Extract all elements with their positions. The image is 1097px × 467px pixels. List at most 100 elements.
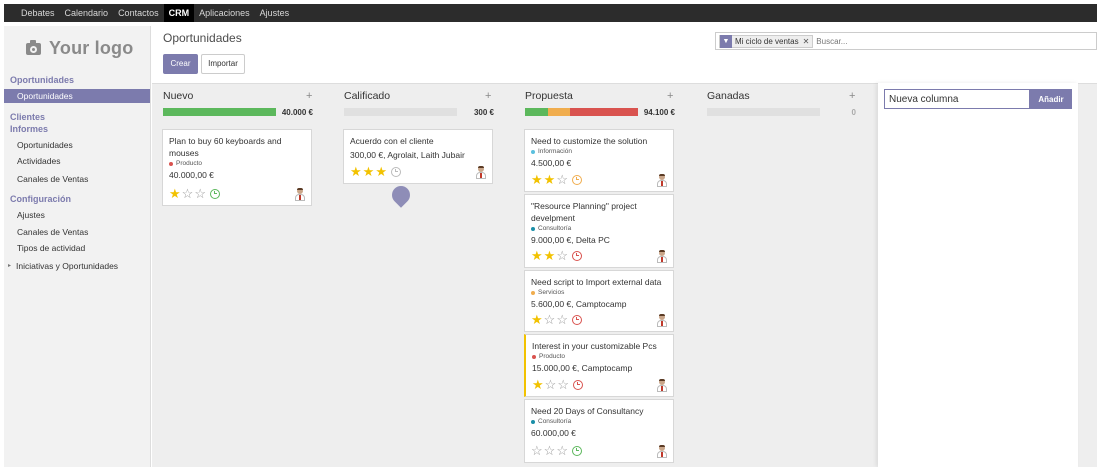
topnav-calendario[interactable]: Calendario — [60, 4, 114, 22]
salesperson-avatar[interactable] — [656, 379, 668, 392]
card-tag: Consultoría — [531, 418, 667, 425]
company-logo[interactable]: Your logo — [26, 38, 133, 59]
priority-star-icon[interactable]: ☆ — [545, 378, 557, 391]
priority-star-icon[interactable]: ☆ — [194, 187, 206, 200]
topnav-debates[interactable]: Debates — [16, 4, 60, 22]
add-column-button[interactable]: Añadir — [1030, 89, 1072, 109]
priority-star-icon[interactable]: ★ — [544, 249, 556, 262]
activity-clock-icon[interactable] — [571, 314, 582, 325]
priority-star-icon[interactable]: ☆ — [531, 444, 543, 457]
card-title: Need to customize the solution — [531, 136, 648, 146]
opportunity-card[interactable]: "Resource Planning" project develpment C… — [524, 194, 674, 268]
sidebar-item-ajustes[interactable]: Ajustes — [17, 210, 45, 220]
progress-segment[interactable] — [547, 108, 571, 116]
card-tag-label: Información — [538, 148, 572, 155]
priority-star-icon[interactable]: ★ — [544, 173, 556, 186]
page-title: Oportunidades — [163, 31, 242, 45]
sidebar-section-clientes[interactable]: Clientes — [10, 112, 45, 122]
activity-clock-icon[interactable] — [390, 166, 401, 177]
opportunity-card[interactable]: Plan to buy 60 keyboards and mouses Prod… — [162, 129, 312, 206]
column-title-ganadas[interactable]: Ganadas — [707, 90, 750, 102]
sidebar-item-iniciativas[interactable]: Iniciativas y Oportunidades — [16, 261, 118, 271]
salesperson-avatar[interactable] — [656, 314, 668, 327]
salesperson-avatar[interactable] — [294, 188, 306, 201]
card-tag-label: Consultoría — [538, 418, 572, 425]
create-button[interactable]: Crear — [163, 54, 198, 74]
search-bar[interactable]: ▼ Mi ciclo de ventas ✕ — [715, 32, 1097, 50]
topnav-contactos[interactable]: Contactos — [113, 4, 164, 22]
import-button[interactable]: Importar — [201, 54, 245, 74]
sidebar-section-oportunidades[interactable]: Oportunidades — [10, 75, 74, 85]
activity-clock-icon[interactable] — [209, 188, 220, 199]
opportunity-card[interactable]: Need 20 Days of Consultancy Consultoría … — [524, 399, 674, 463]
priority-star-icon[interactable]: ★ — [531, 313, 543, 326]
column-sum-ganadas: 0 — [851, 108, 856, 117]
priority-star-icon[interactable]: ★ — [350, 165, 362, 178]
card-tag-label: Producto — [539, 353, 566, 360]
priority-star-icon[interactable]: ☆ — [182, 187, 194, 200]
sidebar: Your logo Oportunidades Oportunidades Cl… — [4, 26, 151, 467]
search-facet[interactable]: ▼ Mi ciclo de ventas ✕ — [719, 34, 814, 48]
opportunity-card[interactable]: Acuerdo con el cliente 300,00 €, Agrolai… — [343, 129, 493, 184]
facet-label: Mi ciclo de ventas — [735, 36, 799, 46]
priority-star-icon[interactable]: ☆ — [556, 249, 568, 262]
caret-right-icon[interactable]: ▸ — [8, 262, 11, 269]
column-sum-propuesta: 94.100 € — [643, 108, 675, 117]
topnav-ajustes[interactable]: Ajustes — [255, 4, 295, 22]
card-amount: 40.000,00 € — [169, 170, 214, 180]
priority-star-icon[interactable]: ★ — [531, 249, 543, 262]
column-title-propuesta[interactable]: Propuesta — [525, 90, 573, 102]
card-tag: Producto — [169, 160, 305, 167]
activity-clock-icon[interactable] — [571, 445, 582, 456]
add-card-nuevo-icon[interactable]: + — [485, 90, 491, 102]
card-title: Need 20 Days of Consultancy — [531, 406, 644, 416]
card-rating: ★ ☆ ☆ — [169, 187, 220, 200]
add-card-ganadas-icon[interactable]: + — [849, 90, 855, 102]
sidebar-section-configuracion[interactable]: Configuración — [10, 194, 71, 204]
priority-star-icon[interactable]: ★ — [169, 187, 181, 200]
salesperson-avatar[interactable] — [656, 445, 668, 458]
sidebar-item-actividades[interactable]: Actividades — [17, 156, 60, 166]
activity-clock-icon[interactable] — [572, 379, 583, 390]
priority-star-icon[interactable]: ☆ — [544, 313, 556, 326]
opportunity-card[interactable]: Need to customize the solution Informaci… — [524, 129, 674, 192]
priority-star-icon[interactable]: ★ — [363, 165, 375, 178]
priority-star-icon[interactable]: ☆ — [556, 173, 568, 186]
activity-clock-icon[interactable] — [571, 250, 582, 261]
card-tag: Servicios — [531, 289, 667, 296]
priority-star-icon[interactable]: ☆ — [557, 378, 569, 391]
card-rating: ★ ★ ★ — [350, 165, 401, 178]
sidebar-item-tipos-actividad[interactable]: Tipos de actividad — [17, 243, 85, 253]
remove-facet-icon[interactable]: ✕ — [803, 37, 810, 46]
sidebar-item-canales-ventas[interactable]: Canales de Ventas — [17, 174, 88, 184]
opportunity-card[interactable]: Need script to Import external data Serv… — [524, 270, 674, 332]
priority-star-icon[interactable]: ★ — [375, 165, 387, 178]
priority-star-icon[interactable]: ☆ — [556, 444, 568, 457]
card-amount: 9.000,00 €, Delta PC — [531, 235, 610, 245]
priority-star-icon[interactable]: ★ — [531, 173, 543, 186]
priority-star-icon[interactable]: ★ — [532, 378, 544, 391]
salesperson-avatar[interactable] — [475, 166, 487, 179]
add-card-propuesta-icon[interactable]: + — [667, 90, 673, 102]
card-title: "Resource Planning" project develpment — [531, 201, 637, 223]
column-title-calificado[interactable]: Calificado — [344, 90, 390, 102]
progress-segment[interactable] — [525, 108, 548, 116]
sidebar-item-config-canales-ventas[interactable]: Canales de Ventas — [17, 227, 88, 237]
camera-icon — [26, 39, 41, 55]
add-card-nuevo-plus-icon[interactable]: + — [306, 90, 312, 102]
salesperson-avatar[interactable] — [656, 174, 668, 187]
column-title-nuevo[interactable]: Nuevo — [163, 90, 193, 102]
priority-star-icon[interactable]: ☆ — [556, 313, 568, 326]
sidebar-item-informes-oportunidades[interactable]: Oportunidades — [17, 140, 73, 150]
salesperson-avatar[interactable] — [656, 250, 668, 263]
new-column-input[interactable] — [884, 89, 1030, 109]
opportunity-card[interactable]: Interest in your customizable Pcs Produc… — [524, 334, 674, 397]
sidebar-item-oportunidades-active[interactable]: Oportunidades — [4, 89, 150, 103]
priority-star-icon[interactable]: ☆ — [544, 444, 556, 457]
topnav-aplicaciones[interactable]: Aplicaciones — [194, 4, 255, 22]
search-input[interactable] — [816, 34, 1067, 48]
card-tag: Información — [531, 148, 667, 155]
activity-clock-icon[interactable] — [571, 174, 582, 185]
topnav-crm[interactable]: CRM — [163, 4, 195, 22]
sidebar-section-informes[interactable]: Informes — [10, 124, 48, 134]
